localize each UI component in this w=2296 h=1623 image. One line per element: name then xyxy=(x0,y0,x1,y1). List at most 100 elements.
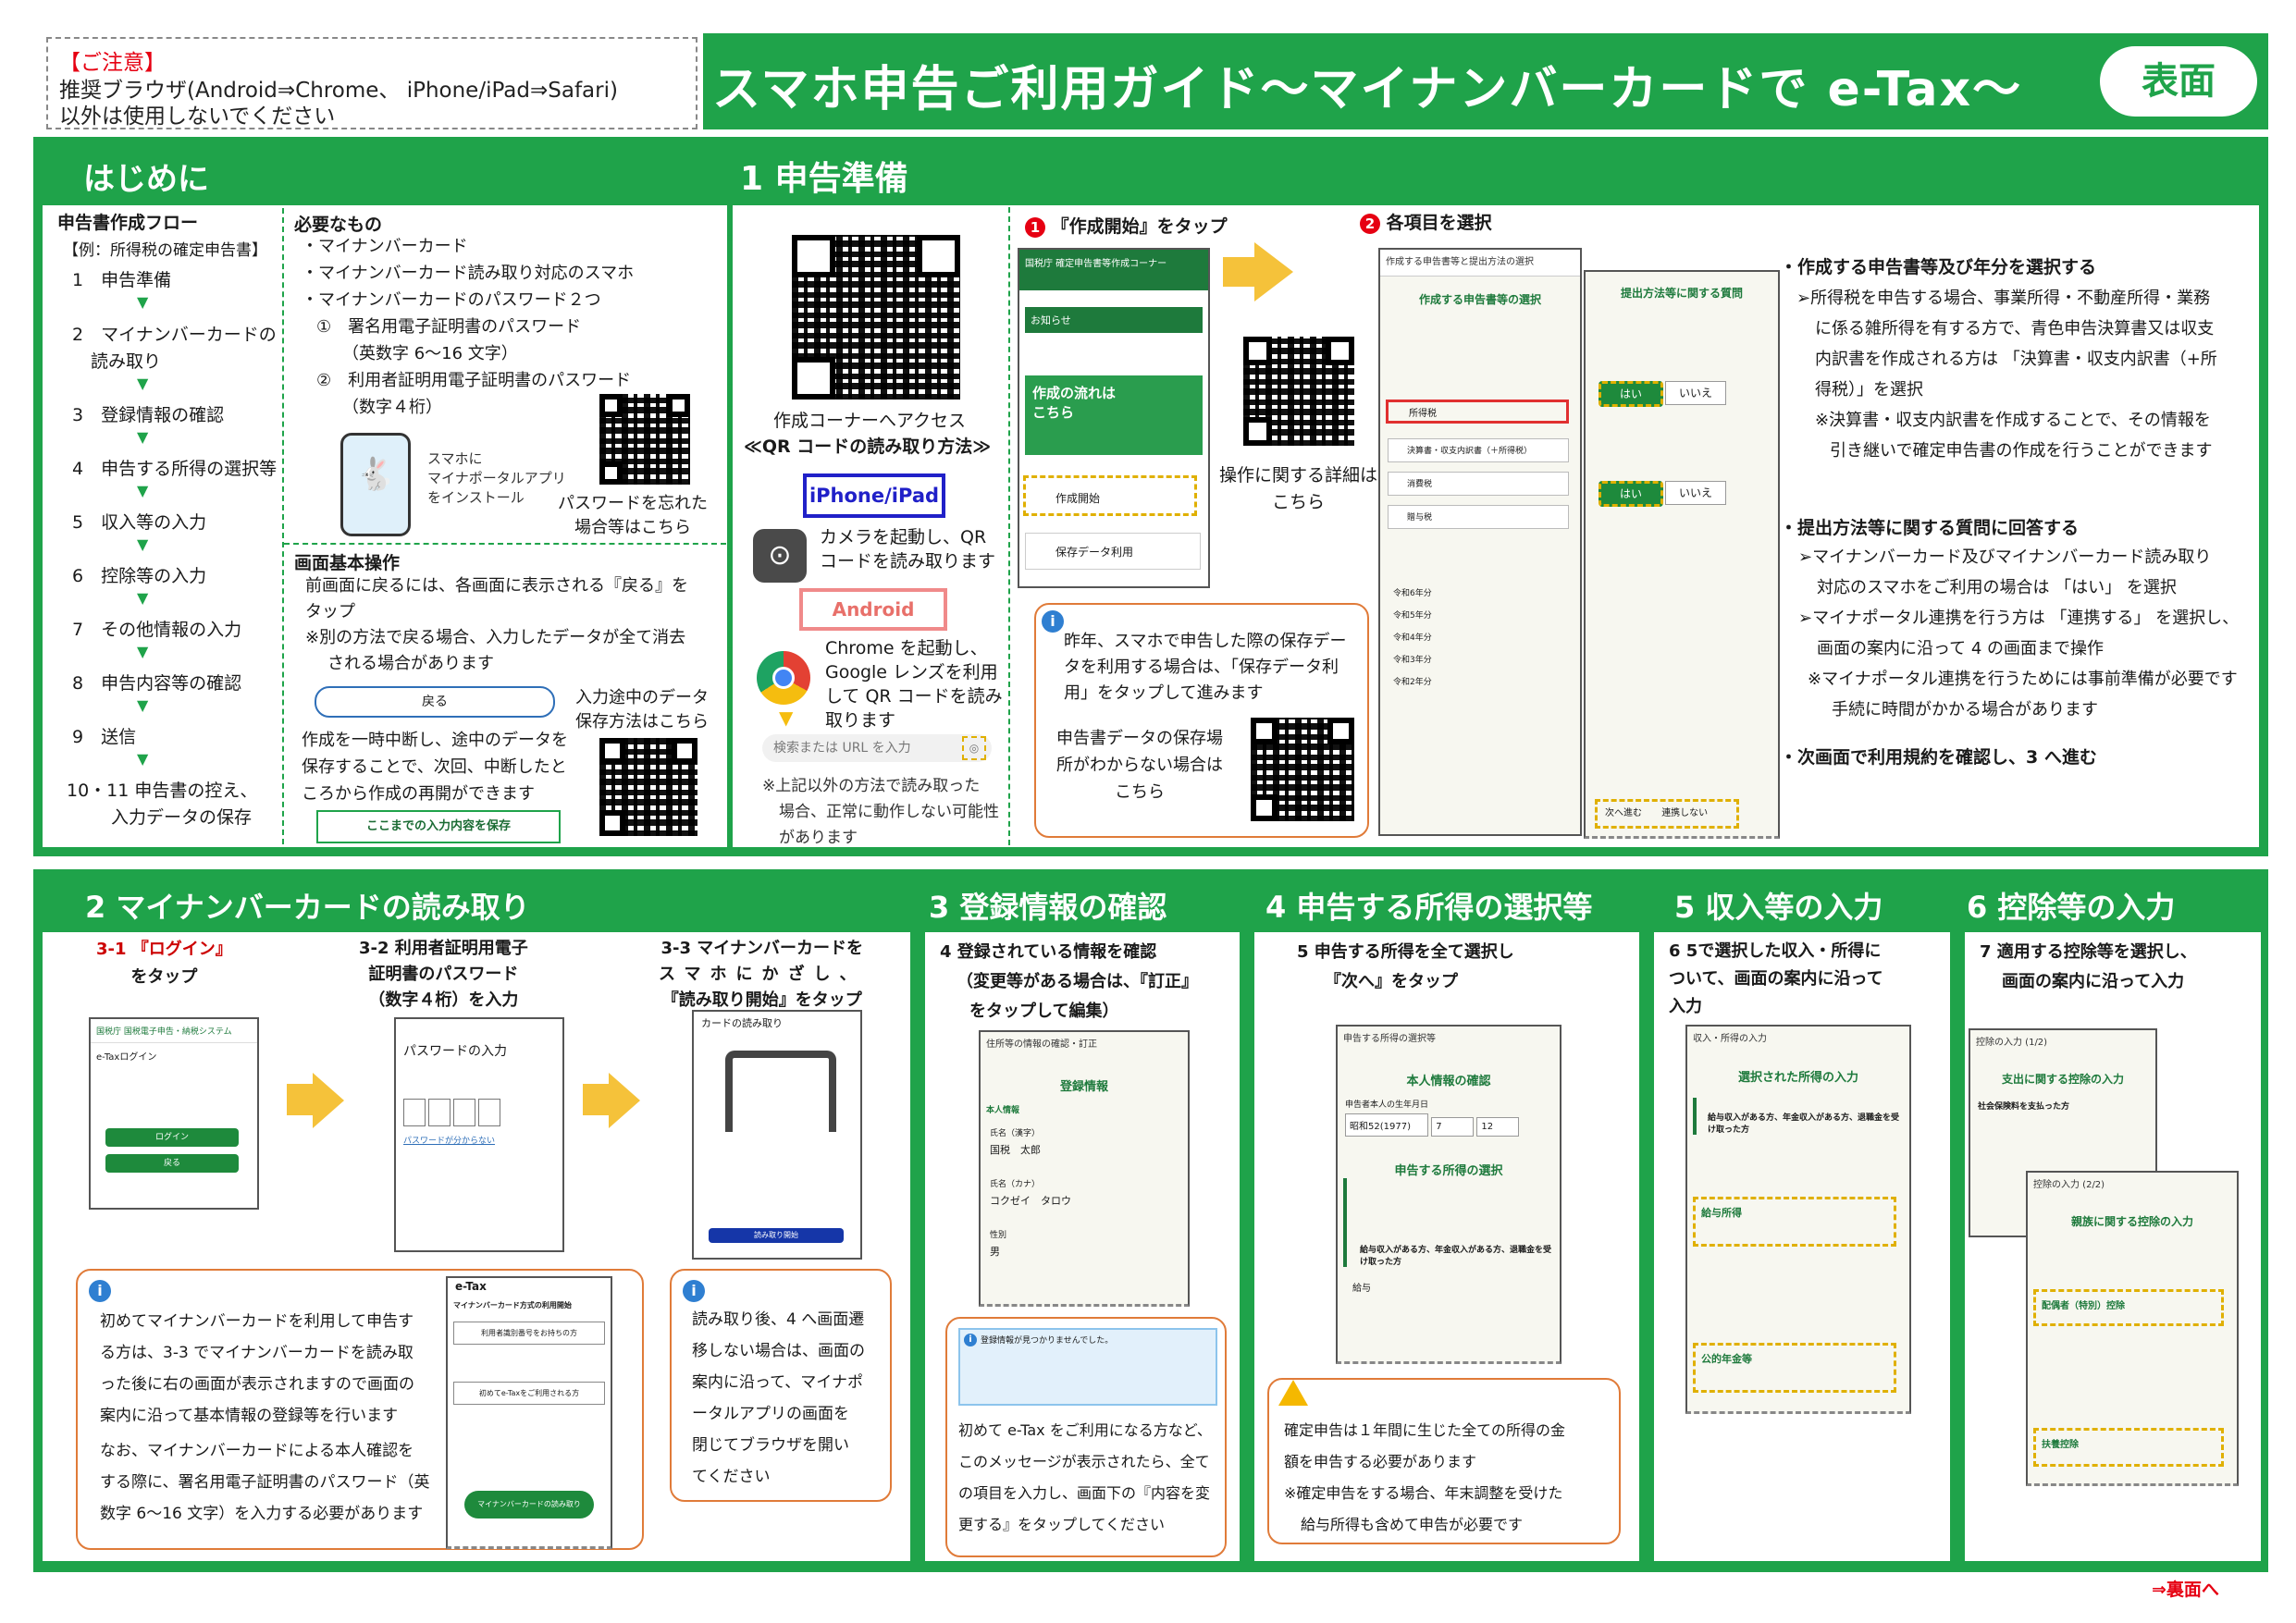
salary-income-item[interactable]: 給与所得 xyxy=(1693,1197,1896,1247)
start-button[interactable]: 作成開始 xyxy=(1023,475,1197,516)
step-line: （変更等がある場合は、『訂正』 xyxy=(957,972,1198,991)
notice-line2: 以外は使用しないでください xyxy=(59,105,336,129)
dependent-deduction-item[interactable]: 扶養控除 xyxy=(2033,1428,2224,1467)
operation-detail-note: 操作に関する詳細は こちら xyxy=(1219,462,1377,516)
right-line: ➢所得税を申告する場合、事業所得・不動産所得・業務 xyxy=(1796,289,2211,308)
year-option[interactable]: 令和5年分 xyxy=(1393,605,1432,627)
save-method-qr[interactable] xyxy=(599,738,697,836)
step-line: 『次へ』をタップ xyxy=(1325,972,1458,991)
after-line: 案内に沿って、マイナポ xyxy=(692,1373,863,1392)
needs-item: （数字４桁） xyxy=(342,398,442,417)
salary-item[interactable]: 給与 xyxy=(1338,1267,1560,1307)
income-salary-text: 給与収入がある方、年金収入がある方、退職金を受け取った方 xyxy=(1693,1098,1909,1135)
option-settlement[interactable]: 決算書・収支内訳書（＋所得税） xyxy=(1388,438,1569,462)
year-option[interactable]: 令和2年分 xyxy=(1393,671,1432,694)
option-consumption[interactable]: 消費税 xyxy=(1388,472,1569,496)
pin-box[interactable] xyxy=(453,1099,475,1126)
spouse-deduction-item[interactable]: 配偶者（特別）控除 xyxy=(2033,1289,2224,1326)
start-button-label: 作成開始 xyxy=(1055,492,1101,505)
step31-label: 3-1 『ログイン』 をタップ xyxy=(96,936,232,991)
day-select[interactable]: 12 xyxy=(1476,1117,1520,1137)
saved-data-button[interactable]: 保存データ利用 xyxy=(1025,533,1201,570)
birth-label: 申告者本人の生年月日 xyxy=(1345,1100,1429,1110)
etax-existing-user[interactable]: 利用者識別番号をお持ちの方 xyxy=(453,1322,605,1345)
era-select[interactable]: 昭和52(1977) xyxy=(1345,1113,1428,1137)
warn-line: 額を申告する必要があります xyxy=(1284,1453,1477,1470)
pause-lines: 作成を一時中断し、途中のデータを 保存することで、次回、中断したと ころから作成… xyxy=(302,727,568,807)
birth-selects[interactable]: 昭和52(1977) 7 12 xyxy=(1338,1113,1560,1137)
flow-arrow-icon: ▼ xyxy=(137,482,149,499)
section6-heading: 6 控除等の入力 xyxy=(1967,890,2176,925)
needs-item: ② 利用者証明用電子証明書のパスワード xyxy=(316,371,632,390)
lens-icon[interactable]: ◎ xyxy=(962,736,986,760)
back-label: 戻る xyxy=(163,1159,180,1168)
pin-box[interactable] xyxy=(478,1099,500,1126)
etax-first-user[interactable]: 初めてe-Taxをご利用される方 xyxy=(453,1382,605,1405)
etax-card-read-button[interactable]: マイナンバーカードの読み取り xyxy=(464,1491,594,1518)
reg-heading: 登録情報 xyxy=(1059,1080,1108,1094)
forgot-password-link[interactable]: パスワードが分からない xyxy=(403,1134,495,1146)
right-heading-3: ・次画面で利用規約を確認し、3 へ進む xyxy=(1780,747,2097,768)
no-button[interactable]: いいえ xyxy=(1665,381,1726,405)
registration-info-box: i 登録情報が見つかりませんでした。 初めて e-Tax をご利用になる方など、… xyxy=(945,1317,1227,1557)
app-note-line: をインストール xyxy=(427,489,525,506)
phone3-title: 提出方法等に関する質問 xyxy=(1620,287,1743,300)
option-gift[interactable]: 贈与税 xyxy=(1388,505,1569,529)
yes-button-2[interactable]: はい xyxy=(1599,481,1663,507)
pin-inputs[interactable] xyxy=(403,1099,500,1130)
section2-heading: 2 マイナンバーカードの読み取り xyxy=(85,890,530,925)
income-input-title: 収入・所得の入力 xyxy=(1693,1034,1767,1044)
login-back-button[interactable]: 戻る xyxy=(105,1154,239,1173)
yes-button[interactable]: はい xyxy=(1599,381,1663,407)
needs-title: 必要なもの xyxy=(294,215,383,235)
year-option[interactable]: 令和3年分 xyxy=(1393,649,1432,671)
saved-location-qr[interactable] xyxy=(1251,718,1354,821)
no-button-2[interactable]: いいえ xyxy=(1665,481,1726,505)
step-line: をタップして編集） xyxy=(969,1002,1119,1021)
first-time-info-box: i 初めてマイナンバーカードを利用して申告す る方は、3-3 でマイナンバーカー… xyxy=(76,1269,644,1550)
save-note-line: 保存方法はこちら xyxy=(575,712,709,732)
save-progress-button[interactable]: ここまでの入力内容を保存 xyxy=(316,810,561,843)
op-detail-line: こちら xyxy=(1272,492,1326,512)
right-line: ※マイナポータル連携を行うためには事前準備が必要です xyxy=(1808,670,2238,689)
pin-box[interactable] xyxy=(428,1099,451,1126)
rabbit-icon: 🐇 xyxy=(355,456,396,493)
pin-box[interactable] xyxy=(403,1099,426,1126)
search-input[interactable]: 検索または URL を入力 ◎ xyxy=(762,734,992,762)
link-button-group[interactable]: 次へ進む 連携しない xyxy=(1595,799,1739,829)
access-qr[interactable] xyxy=(792,235,961,400)
step-line: 6 5で選択した収入・所得に xyxy=(1669,941,1882,961)
flow-banner[interactable]: 作成の流れは こちら xyxy=(1025,375,1203,455)
forgot-pw-line: パスワードを忘れた xyxy=(558,494,708,513)
option-label: 贈与税 xyxy=(1407,513,1433,523)
phone-etax-start: e-Tax マイナンバーカード方式の利用開始 利用者識別番号をお持ちの方 初めて… xyxy=(446,1276,612,1549)
android-label-text: Android xyxy=(832,598,915,621)
basic-line: 前画面に戻るには、各画面に表示される『戻る』を xyxy=(305,576,688,596)
year-list[interactable]: 令和6年分 令和5年分 令和4年分 令和3年分 令和2年分 xyxy=(1393,583,1432,694)
right-line: 手続に時間がかかる場合があります xyxy=(1832,700,2098,719)
next-page-link[interactable]: ⇒裏面へ xyxy=(2152,1576,2219,1601)
read-start-button[interactable]: 読み取り開始 xyxy=(709,1228,844,1243)
step-line: 7 適用する控除等を選択し、 xyxy=(1980,942,2197,962)
saved-loc-line: 所がわからない場合は xyxy=(1056,756,1223,775)
flow-step: 4 申告する所得の選択等 xyxy=(72,459,278,479)
operation-detail-qr[interactable] xyxy=(1243,337,1354,446)
resume-line: タを利用する場合は、「保存データ利 xyxy=(1064,658,1339,677)
save-note: 入力途中のデータ 保存方法はこちら xyxy=(575,686,709,734)
pension-item[interactable]: 公的年金等 xyxy=(1693,1343,1896,1393)
year-option[interactable]: 令和6年分 xyxy=(1393,583,1432,605)
forgot-password-qr[interactable] xyxy=(599,394,690,485)
option-income-tax[interactable]: 所得税 xyxy=(1386,400,1569,424)
iphone-text: カメラを起動し、QR コードを読み取ります xyxy=(820,525,995,573)
back-button[interactable]: 戻る xyxy=(315,686,555,718)
deduction2-title: 控除の入力 (2/2) xyxy=(2033,1180,2105,1190)
login-button[interactable]: ログイン xyxy=(105,1128,239,1147)
month-select[interactable]: 7 xyxy=(1431,1117,1475,1137)
right-line: 画面の案内に沿って 4 の画面まで操作 xyxy=(1817,639,2104,658)
step1-label: 『作成開始』をタップ xyxy=(1051,216,1228,237)
section4-step: 5 申告する所得を全て選択し 『次へ』をタップ xyxy=(1297,938,1514,997)
camera-icon: ⊙ xyxy=(753,529,807,583)
link-button-label: 次へ進む xyxy=(1605,808,1642,818)
year-option[interactable]: 令和4年分 xyxy=(1393,627,1432,649)
warning-message: i 登録情報が見つかりませんでした。 xyxy=(958,1328,1217,1406)
